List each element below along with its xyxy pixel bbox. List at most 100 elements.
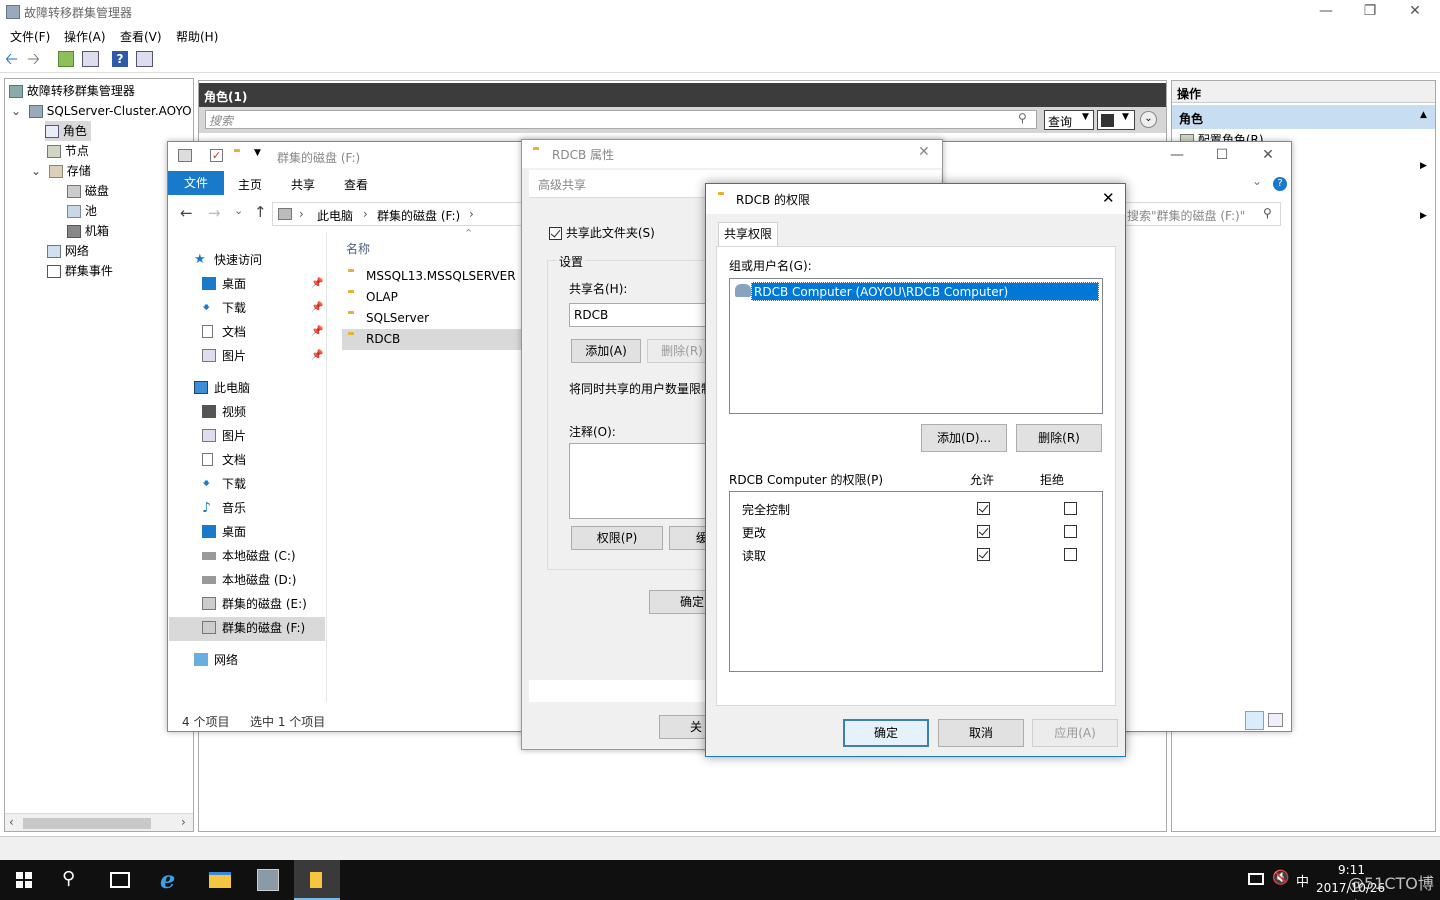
principal-list[interactable]: RDCB Computer (AOYOU\RDCB Computer): [729, 278, 1103, 414]
tree-events[interactable]: 群集事件: [47, 261, 113, 281]
collapse-chevron-icon[interactable]: ⌄: [1140, 111, 1157, 128]
file-item-selected[interactable]: RDCB: [342, 329, 522, 350]
ribbon-tab-share[interactable]: 共享: [291, 176, 315, 193]
nav-pc-videos[interactable]: 视频: [202, 400, 246, 424]
save-query-button[interactable]: ▼: [1097, 110, 1135, 130]
tree-disks[interactable]: 磁盘: [67, 181, 109, 201]
menu-action[interactable]: 操作(A): [64, 28, 106, 45]
active-window-button[interactable]: [294, 860, 340, 900]
close-button[interactable]: ✕: [1245, 146, 1291, 166]
ime-indicator[interactable]: 中: [1296, 871, 1309, 890]
chevron-down-icon[interactable]: ⌄: [31, 164, 41, 178]
expand-ribbon-icon[interactable]: ⌄: [1252, 174, 1262, 188]
share-permissions-tab[interactable]: 共享权限: [718, 222, 778, 246]
collapse-up-icon[interactable]: ▲: [1420, 110, 1427, 120]
large-icons-view-icon[interactable]: [1268, 713, 1283, 727]
nav-qa-downloads[interactable]: 🠻 下载: [202, 296, 246, 320]
checkmark-icon[interactable]: ✓: [210, 149, 223, 162]
tree-hscrollbar[interactable]: ‹ ›: [5, 813, 193, 831]
windows-start-icon[interactable]: [16, 872, 32, 888]
nav-pc-drive-e[interactable]: 群集的磁盘 (E:): [202, 592, 307, 616]
action-pane-icon[interactable]: [136, 51, 153, 67]
tree-pools[interactable]: 池: [67, 201, 97, 221]
nav-pc-drive-c[interactable]: 本地磁盘 (C:): [202, 544, 296, 568]
permissions-ok-button[interactable]: 确定: [843, 719, 929, 747]
back-icon[interactable]: ←: [180, 204, 193, 222]
network-tray-icon[interactable]: [1248, 873, 1264, 885]
nav-this-pc[interactable]: 此电脑: [194, 376, 250, 400]
pin-icon[interactable]: 📌: [311, 326, 323, 337]
forward-icon[interactable]: →: [208, 204, 221, 222]
permissions-button[interactable]: 权限(P): [571, 526, 663, 550]
pin-icon[interactable]: 📌: [311, 278, 323, 289]
pin-icon[interactable]: 📌: [311, 302, 323, 313]
nav-pc-desktop[interactable]: 桌面: [202, 520, 246, 544]
tree-networks[interactable]: 网络: [47, 241, 89, 261]
file-item[interactable]: MSSQL13.MSSQLSERVER: [342, 266, 522, 287]
nav-pc-documents[interactable]: 文档: [202, 448, 246, 472]
permissions-cancel-button[interactable]: 取消: [938, 719, 1024, 747]
explorer-search-input[interactable]: 搜索"群集的磁盘 (F:)": [1127, 207, 1245, 224]
quick-access-dropdown-icon[interactable]: ▼: [254, 148, 261, 158]
checkbox[interactable]: [549, 227, 562, 240]
nav-pc-drive-d[interactable]: 本地磁盘 (D:): [202, 568, 296, 592]
search-input[interactable]: 搜索: [209, 112, 233, 129]
allow-full-control-checkbox[interactable]: [977, 502, 990, 515]
close-button[interactable]: ✕: [1392, 2, 1438, 22]
nav-network[interactable]: 网络: [194, 648, 238, 672]
allow-read-checkbox[interactable]: [977, 548, 990, 561]
restore-button[interactable]: ❐: [1347, 2, 1393, 22]
help-icon[interactable]: ?: [1273, 177, 1287, 191]
search-icon[interactable]: ⚲: [1018, 111, 1027, 125]
ribbon-tab-file[interactable]: 文件: [168, 171, 224, 195]
minimize-button[interactable]: —: [1303, 2, 1349, 22]
deny-full-control-checkbox[interactable]: [1063, 502, 1077, 515]
tree-root[interactable]: 故障转移群集管理器: [9, 81, 135, 101]
principal-remove-button[interactable]: 删除(R): [1016, 424, 1102, 452]
tree-storage[interactable]: ⌄ 存储: [31, 161, 91, 181]
minimize-button[interactable]: —: [1154, 146, 1200, 166]
close-button[interactable]: ✕: [1102, 189, 1115, 207]
principal-add-button[interactable]: 添加(D)...: [921, 424, 1007, 452]
tree-cluster[interactable]: ⌄ SQLServer-Cluster.AOYO: [11, 101, 192, 121]
help-icon[interactable]: ?: [112, 51, 128, 67]
forward-arrow-icon[interactable]: 🡢: [27, 51, 43, 67]
scroll-left-icon[interactable]: ‹: [9, 815, 14, 829]
column-header-name[interactable]: 名称: [346, 240, 370, 257]
ribbon-tab-view[interactable]: 查看: [344, 176, 368, 193]
ribbon-tab-home[interactable]: 主页: [238, 176, 262, 193]
search-icon[interactable]: ⚲: [1263, 206, 1272, 220]
properties-icon[interactable]: [178, 149, 192, 162]
tree-roles[interactable]: 角色: [45, 121, 91, 141]
submenu-arrow-icon[interactable]: ▶: [1420, 161, 1427, 171]
share-folder-checkbox[interactable]: 共享此文件夹(S): [549, 224, 655, 241]
up-icon[interactable]: ↑: [254, 203, 267, 221]
nav-quick-access[interactable]: ★ 快速访问: [194, 248, 262, 272]
back-arrow-icon[interactable]: 🡠: [5, 51, 21, 67]
nav-pc-drive-f[interactable]: 群集的磁盘 (F:): [202, 616, 305, 640]
nav-qa-desktop[interactable]: 桌面: [202, 272, 246, 296]
principal-item-selected[interactable]: RDCB Computer (AOYOU\RDCB Computer): [733, 282, 1100, 301]
allow-change-checkbox[interactable]: [977, 525, 990, 538]
up-folder-icon[interactable]: [58, 51, 74, 67]
search-icon[interactable]: ⚲: [62, 868, 75, 889]
deny-read-checkbox[interactable]: [1063, 548, 1077, 561]
tree-enclosures[interactable]: 机箱: [67, 221, 109, 241]
menu-view[interactable]: 查看(V): [120, 28, 162, 45]
file-explorer-icon[interactable]: [209, 872, 231, 888]
search-box[interactable]: 搜索 ⚲: [205, 110, 1037, 129]
details-view-icon[interactable]: [1245, 711, 1264, 730]
breadcrumb-drive[interactable]: 群集的磁盘 (F:): [377, 207, 460, 224]
nav-pc-pictures[interactable]: 图片: [202, 424, 246, 448]
console-tree-icon[interactable]: [82, 51, 99, 67]
sort-up-icon[interactable]: ⌃: [464, 227, 473, 240]
actions-section[interactable]: 角色 ▲: [1172, 105, 1435, 129]
tree-nodes[interactable]: 节点: [47, 141, 89, 161]
share-add-button[interactable]: 添加(A): [571, 339, 641, 363]
submenu-arrow-icon[interactable]: ▶: [1420, 211, 1427, 221]
volume-muted-icon[interactable]: 🔇: [1272, 870, 1289, 886]
close-button[interactable]: ✕: [918, 144, 930, 160]
scroll-thumb[interactable]: [23, 818, 151, 829]
maximize-button[interactable]: ☐: [1199, 146, 1245, 166]
nav-qa-documents[interactable]: 文档: [202, 320, 246, 344]
